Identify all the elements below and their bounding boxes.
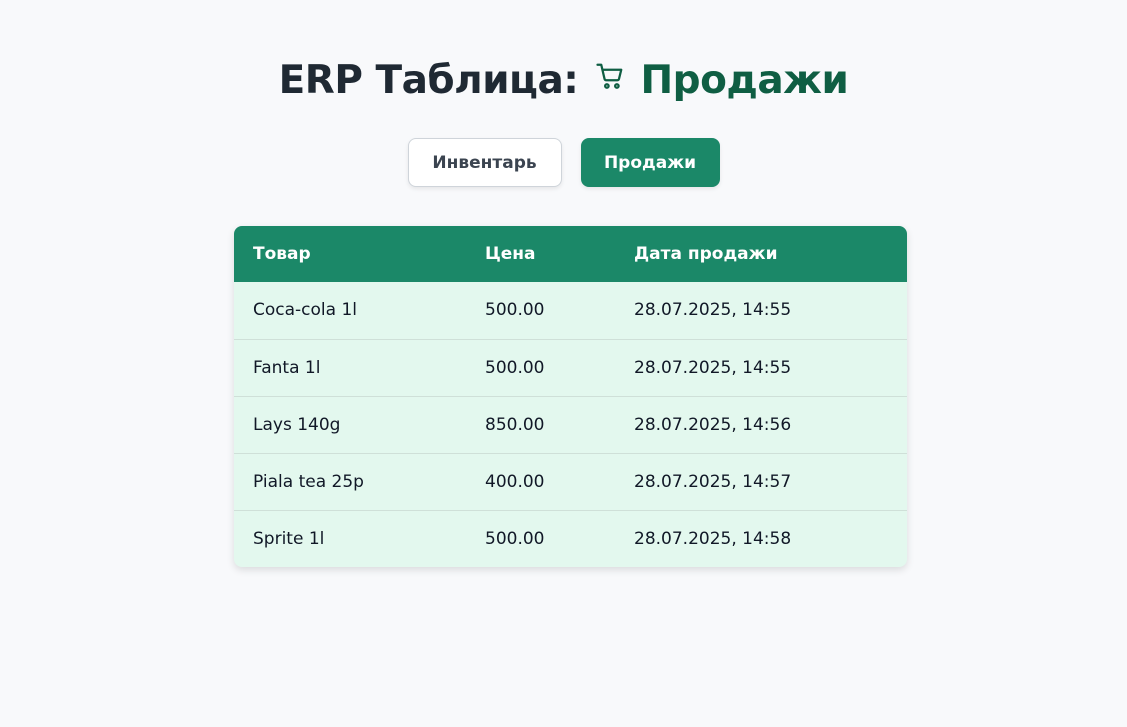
- column-header-product[interactable]: Товар: [234, 226, 466, 282]
- cell-product: Sprite 1l: [253, 528, 325, 549]
- table-row[interactable]: Lays 140g 850.00 28.07.2025, 14:56: [234, 396, 907, 453]
- page-title-prefix: ERP Таблица:: [278, 58, 579, 103]
- cell-price: 500.00: [485, 528, 545, 549]
- cell-date: 28.07.2025, 14:55: [634, 300, 792, 321]
- table-row[interactable]: Coca-cola 1l 500.00 28.07.2025, 14:55: [234, 282, 907, 339]
- page-title: ERP Таблица: Продажи: [0, 52, 1127, 108]
- sales-table: Товар Цена Дата продажи Coca-cola 1l 500…: [234, 226, 907, 567]
- tab-bar: Инвентарь Продажи: [0, 138, 1127, 187]
- cell-date: 28.07.2025, 14:55: [634, 357, 792, 378]
- cell-price: 500.00: [485, 300, 545, 321]
- cell-product: Fanta 1l: [253, 357, 321, 378]
- cell-price: 850.00: [485, 414, 545, 435]
- table-header-row: Товар Цена Дата продажи: [234, 226, 907, 282]
- cell-date: 28.07.2025, 14:58: [634, 528, 792, 549]
- cell-date: 28.07.2025, 14:57: [634, 471, 792, 492]
- cell-product: Piala tea 25p: [253, 471, 364, 492]
- cell-price: 400.00: [485, 471, 545, 492]
- cell-product: Lays 140g: [253, 414, 341, 435]
- table-row[interactable]: Fanta 1l 500.00 28.07.2025, 14:55: [234, 339, 907, 396]
- column-header-date[interactable]: Дата продажи: [615, 226, 907, 282]
- cell-product: Coca-cola 1l: [253, 300, 358, 321]
- tab-sales[interactable]: Продажи: [580, 138, 720, 187]
- table-row[interactable]: Sprite 1l 500.00 28.07.2025, 14:58: [234, 510, 907, 567]
- table-row[interactable]: Piala tea 25p 400.00 28.07.2025, 14:57: [234, 453, 907, 510]
- tab-inventory[interactable]: Инвентарь: [407, 138, 562, 187]
- cart-icon: [595, 52, 625, 89]
- column-header-price[interactable]: Цена: [466, 226, 615, 282]
- cell-price: 500.00: [485, 357, 545, 378]
- cell-date: 28.07.2025, 14:56: [634, 414, 792, 435]
- page-title-section: Продажи: [640, 58, 849, 103]
